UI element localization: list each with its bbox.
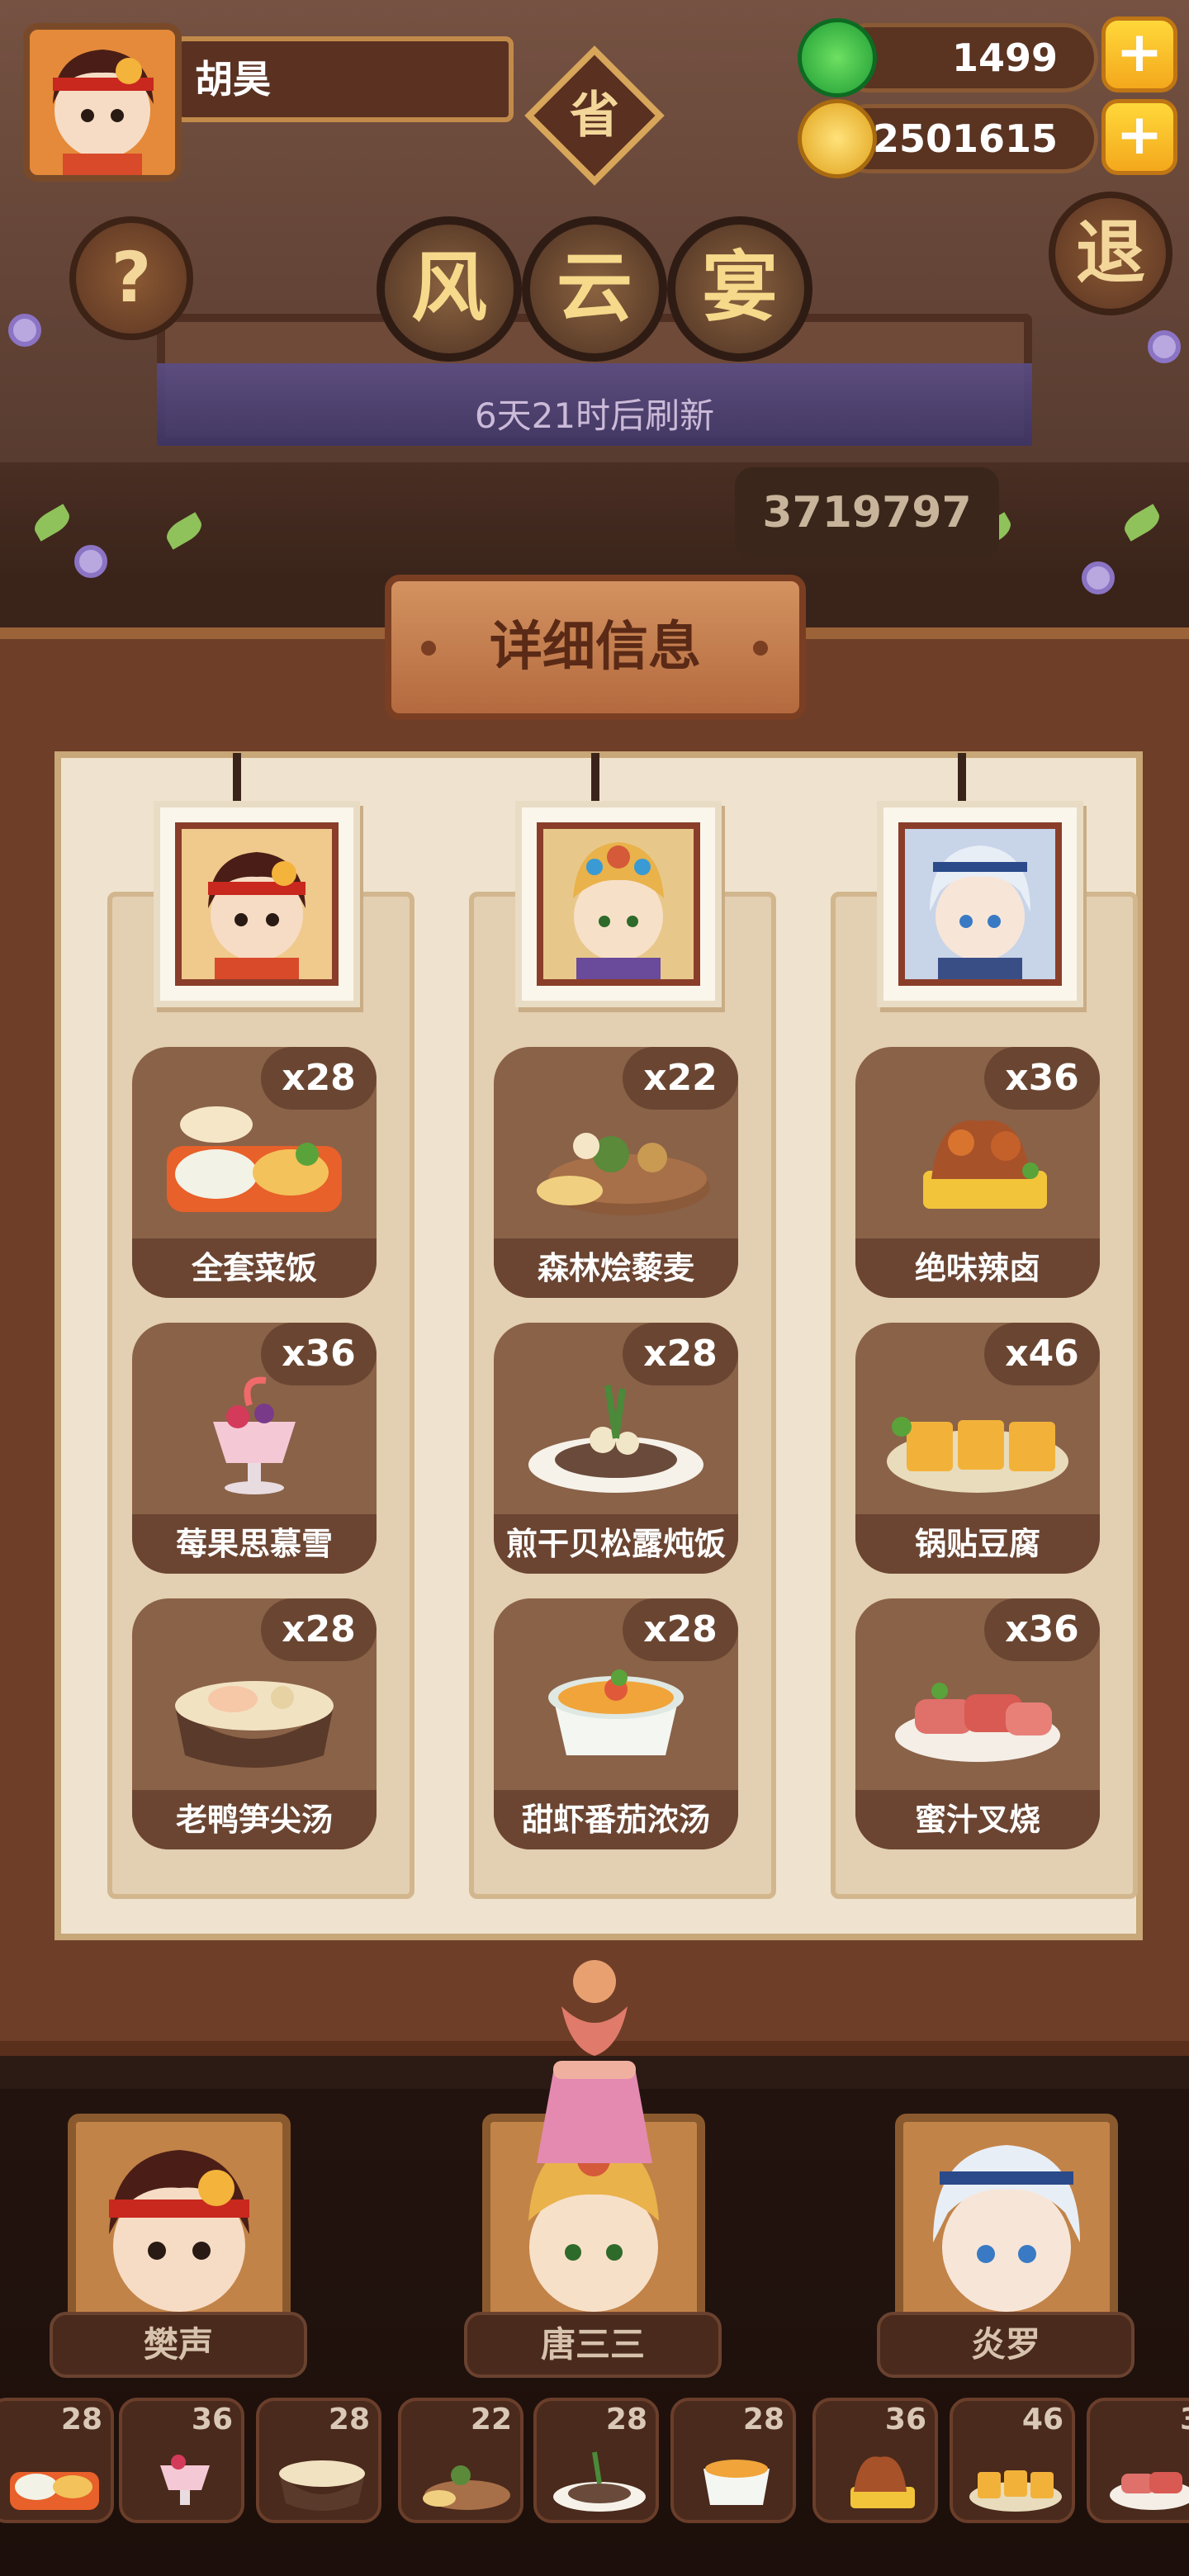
- chef-tangsansan-icon: [543, 829, 694, 979]
- strip-dish[interactable]: 3: [1087, 2398, 1189, 2523]
- strip-dish[interactable]: 22: [398, 2398, 523, 2523]
- dish-name: 老鸭笋尖汤: [132, 1790, 377, 1849]
- flower-decoration: [1148, 330, 1181, 363]
- scallop-truffle-risotto-icon: [553, 2451, 646, 2512]
- dish-card[interactable]: x36 莓果思慕雪: [132, 1323, 377, 1574]
- strip-dish[interactable]: 28: [256, 2398, 381, 2523]
- dish-name: 全套菜饭: [132, 1238, 377, 1298]
- chef-portrait-card: [515, 801, 722, 1007]
- potsticker-tofu-icon: [969, 2470, 1062, 2512]
- dish-card[interactable]: x28 老鸭笋尖汤: [132, 1598, 377, 1849]
- panel-title: 详细信息: [385, 575, 806, 720]
- chef-fansheng-icon: [76, 2122, 282, 2320]
- dish-name: 莓果思慕雪: [132, 1514, 377, 1574]
- strip-count: 28: [742, 2403, 784, 2436]
- chef-name-fansheng: 樊声: [50, 2312, 307, 2378]
- title-ornament: [421, 641, 436, 656]
- shrimp-tomato-soup-icon: [548, 1669, 684, 1755]
- forest-quinoa-icon: [423, 2465, 510, 2510]
- exit-button[interactable]: 退: [1049, 192, 1172, 315]
- strip-count: 36: [191, 2403, 233, 2436]
- add-jade-button[interactable]: +: [1101, 17, 1177, 92]
- chef-name-tangsansan: 唐三三: [464, 2312, 722, 2378]
- dish-name: 绝味辣卤: [855, 1238, 1100, 1298]
- dish-card[interactable]: x28 甜虾番茄浓汤: [494, 1598, 738, 1849]
- strip-count: 28: [328, 2403, 370, 2436]
- event-score: 3719797: [735, 467, 999, 558]
- duck-bamboo-soup-icon: [175, 1681, 334, 1768]
- berry-smoothie-icon: [160, 2455, 210, 2505]
- strip-dish[interactable]: 28: [670, 2398, 796, 2523]
- chef-portrait: [537, 822, 700, 986]
- dish-card[interactable]: x46 锅贴豆腐: [855, 1323, 1100, 1574]
- dish-card[interactable]: x28 煎干贝松露炖饭: [494, 1323, 738, 1574]
- dish-name: 甜虾番茄浓汤: [494, 1790, 738, 1849]
- dish-name: 蜜汁叉烧: [855, 1790, 1100, 1849]
- chef-fansheng-icon: [182, 829, 332, 979]
- red-haired-chef-avatar-icon: [30, 30, 175, 175]
- chef-slot[interactable]: [895, 2114, 1118, 2328]
- refresh-timer: 6天21时后刷新: [474, 395, 715, 436]
- dish-card[interactable]: x36 绝味辣卤: [855, 1047, 1100, 1298]
- berry-smoothie-icon: [213, 1376, 296, 1494]
- chef-portrait: [898, 822, 1062, 986]
- full-set-rice-icon: [10, 2472, 99, 2510]
- chef-yanluo-icon: [905, 829, 1055, 979]
- strip-dish[interactable]: 36: [119, 2398, 244, 2523]
- strip-dish[interactable]: 36: [812, 2398, 938, 2523]
- add-coin-button[interactable]: +: [1101, 99, 1177, 175]
- scallop-truffle-risotto-icon: [528, 1385, 703, 1493]
- dish-card[interactable]: x22 森林烩藜麦: [494, 1047, 738, 1298]
- shrimp-tomato-soup-icon: [703, 2460, 770, 2505]
- strip-dish[interactable]: 28: [533, 2398, 659, 2523]
- event-title-char: 风: [377, 216, 522, 362]
- province-label: 省: [570, 87, 619, 144]
- flower-decoration: [1082, 561, 1115, 594]
- strip-dish[interactable]: 46: [950, 2398, 1075, 2523]
- title-ornament: [753, 641, 768, 656]
- event-title-char: 宴: [667, 216, 812, 362]
- jade-icon: [798, 18, 877, 97]
- honey-char-siu-icon: [895, 1683, 1060, 1762]
- strip-count: 3: [1180, 2403, 1189, 2436]
- player-name: 胡昊: [175, 36, 514, 122]
- strip-count: 36: [884, 2403, 926, 2436]
- potsticker-tofu-icon: [887, 1417, 1068, 1493]
- chef-slot[interactable]: [68, 2114, 291, 2328]
- strip-count: 46: [1021, 2403, 1063, 2436]
- flower-decoration: [8, 314, 41, 347]
- full-set-rice-icon: [167, 1106, 342, 1212]
- dish-card[interactable]: x36 蜜汁叉烧: [855, 1598, 1100, 1849]
- help-button[interactable]: ?: [69, 216, 193, 340]
- honey-char-siu-icon: [1110, 2472, 1189, 2510]
- strip-count: 28: [60, 2403, 102, 2436]
- chef-yanluo-icon: [903, 2122, 1110, 2320]
- player-avatar[interactable]: [23, 23, 182, 182]
- duck-bamboo-soup-icon: [279, 2460, 365, 2511]
- flower-decoration: [74, 545, 107, 578]
- dish-name: 森林烩藜麦: [494, 1238, 738, 1298]
- tassel-ornament: [537, 1960, 652, 2163]
- strip-count: 28: [605, 2403, 647, 2436]
- event-title-char: 云: [522, 216, 667, 362]
- dish-card[interactable]: x28 全套菜饭: [132, 1047, 377, 1298]
- dish-name: 煎干贝松露炖饭: [494, 1514, 738, 1574]
- chef-portrait-card: [154, 801, 360, 1007]
- forest-quinoa-icon: [537, 1133, 710, 1215]
- chef-name-yanluo: 炎罗: [877, 2312, 1135, 2378]
- strip-dish[interactable]: 28: [0, 2398, 114, 2523]
- chef-portrait: [175, 822, 339, 986]
- chef-portrait-card: [877, 801, 1083, 1007]
- dish-name: 锅贴豆腐: [855, 1514, 1100, 1574]
- spicy-braised-icon: [850, 2456, 915, 2508]
- gold-coin-icon: [798, 99, 877, 178]
- strip-count: 22: [470, 2403, 512, 2436]
- spicy-braised-icon: [923, 1120, 1047, 1209]
